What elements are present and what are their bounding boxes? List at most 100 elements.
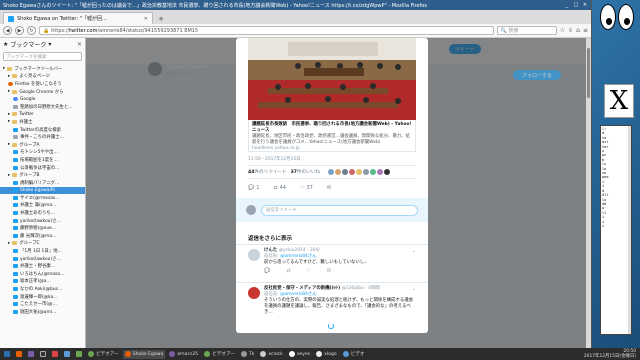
sidebar-item[interactable]: 藤 光輝次(@ma…: [0, 232, 85, 240]
taskbar-item[interactable]: ビデオアー: [86, 350, 121, 359]
chevron-right-icon[interactable]: ▸: [8, 142, 10, 147]
follow-button[interactable]: フォローする: [513, 70, 561, 80]
maximize-icon[interactable]: □: [573, 2, 579, 8]
xeyes-window[interactable]: [600, 4, 634, 30]
sidebar-item[interactable]: 藤野原徳(@oue…: [0, 224, 85, 232]
sidebar-item[interactable]: 技場範囲を1度を…: [0, 156, 85, 164]
reply-icon[interactable]: 💬: [264, 268, 270, 274]
taskbar-item[interactable]: xclock: [258, 350, 284, 359]
heart-icon[interactable]: ♡: [306, 268, 310, 274]
sidebar-item[interactable]: ▸ 弁護士: [0, 118, 85, 126]
bookmark-search-input[interactable]: ブックマークを検索: [3, 52, 82, 61]
sidebar-item[interactable]: こたえせ一市(@…: [0, 300, 85, 308]
reload-button[interactable]: ↻: [27, 26, 36, 35]
taskbar-item[interactable]: Tk: [239, 350, 256, 359]
search-input[interactable]: 🔍 検索: [496, 26, 557, 35]
sidebar-item[interactable]: 弁護士 兼(@ma…: [0, 202, 85, 210]
launcher-button[interactable]: [62, 350, 72, 359]
reply-to-handle[interactable]: @amneris84さん: [280, 254, 317, 259]
sidebar-item[interactable]: 坂本正孝(@a…: [0, 278, 85, 286]
chevron-right-icon[interactable]: ▸: [3, 66, 5, 71]
dm-button[interactable]: ✉: [327, 185, 331, 191]
sidebar-item[interactable]: 渡邊輝一郎(@ka…: [0, 293, 85, 301]
clock[interactable]: 20:50 2017年12月15日(金曜日): [584, 349, 638, 359]
sidebar-item[interactable]: ▸ グループA: [0, 141, 85, 149]
sidebar-item[interactable]: 聖路加の日野原大先生と…: [0, 103, 85, 111]
downloads-icon[interactable]: ⇩: [568, 27, 573, 34]
retweet-stat[interactable]: 44件のリツイート: [248, 169, 287, 175]
chevron-right-icon[interactable]: ▸: [8, 112, 10, 117]
new-tab-button[interactable]: +: [156, 14, 166, 24]
chevron-down-icon[interactable]: ⌄: [412, 286, 416, 292]
sidebar-item[interactable]: ▸ Google Chrome から: [0, 88, 85, 96]
sidebar-item[interactable]: 事件・こちの弁護士…: [0, 133, 85, 141]
back-button[interactable]: ◀: [3, 26, 12, 35]
forward-button[interactable]: ▶: [15, 26, 24, 35]
tweet-photo[interactable]: [248, 38, 416, 120]
reply-to-handle[interactable]: @amneris84さん: [280, 292, 317, 297]
sidebar-item[interactable]: 「1月 1日 1日」地…: [0, 247, 85, 255]
tweet-timestamp[interactable]: 11:59 - 2017年12月15日: [248, 156, 301, 162]
sidebar-item[interactable]: ▸ グループB: [0, 171, 85, 179]
sidebar-item[interactable]: サイエ(@rmesas…: [0, 194, 85, 202]
sidebar-item[interactable]: ▸ グループC: [0, 240, 85, 248]
sidebar-item[interactable]: 弁護士あのうち…: [0, 209, 85, 217]
sidebar-header[interactable]: ★ ブックマーク ▾ ✕: [0, 38, 85, 50]
launcher-button[interactable]: [26, 350, 36, 359]
url-bar[interactable]: 🔒 https:// twitter.com /amneris84/status…: [39, 26, 494, 35]
home-icon[interactable]: ⌂: [576, 27, 580, 34]
taskbar-item[interactable]: emacs25: [167, 350, 200, 359]
terminal-window[interactable]: l: d ta dir tar u pc b lc lo ve wee i i …: [600, 125, 632, 335]
xlogo-window[interactable]: X: [604, 84, 634, 118]
taskbar-item[interactable]: Shoko Egawa: [122, 349, 166, 359]
tab-active[interactable]: Shoko Egawa on Twitter: "「嘘が回… ✕: [3, 12, 153, 24]
chevron-right-icon[interactable]: ▸: [8, 119, 10, 124]
launcher-button[interactable]: [74, 350, 84, 359]
like-stat[interactable]: 37件のいいね: [291, 169, 320, 175]
sidebar-item[interactable]: ▸ よく見るページ: [0, 73, 85, 81]
start-menu-button[interactable]: [2, 350, 12, 359]
sidebar-item[interactable]: Shoko Egawa/Ri: [0, 186, 85, 195]
envelope-icon[interactable]: ✉: [327, 268, 331, 274]
chevron-right-icon[interactable]: ▸: [8, 241, 10, 246]
sidebar-item[interactable]: ▸ ブックマークツールバー: [0, 65, 85, 73]
reply-button[interactable]: 💬 1: [248, 185, 259, 191]
reply-tweet[interactable]: ⌄ けんた @yckiu2014 · 30分 返信先: @amneris84さん…: [236, 244, 428, 280]
sidebar-item[interactable]: Google: [0, 95, 85, 103]
close-icon[interactable]: ✕: [582, 2, 588, 8]
bookmark-star-icon[interactable]: ☆: [560, 27, 565, 34]
launcher-button[interactable]: [14, 350, 24, 359]
sidebar-item[interactable]: 公衆戦争は宇宙の…: [0, 164, 85, 172]
sidebar-item[interactable]: いろはちん(@masa…: [0, 270, 85, 278]
chevron-down-icon[interactable]: ⌄: [412, 248, 416, 254]
sidebar-close-icon[interactable]: ✕: [77, 41, 82, 48]
sidebar-item[interactable]: 弁護士・野谷康…: [0, 262, 85, 270]
menu-icon[interactable]: ≡: [583, 27, 588, 34]
sidebar-item[interactable]: 規制編パリアニグ…: [0, 179, 85, 187]
sidebar-item[interactable]: yoriko(lawkou)さ…: [0, 217, 85, 225]
reply-input[interactable]: 返信をツイート: [261, 204, 418, 216]
link-card[interactable]: 議題延長市長敗訴 市民選挙、踊り回される市長(地方議会新聞Web) - Yaho…: [248, 120, 416, 152]
scrollbar-thumb[interactable]: [587, 48, 590, 98]
tab-close-icon[interactable]: ✕: [144, 16, 148, 22]
sidebar-item[interactable]: なかの Aoki(@bus…: [0, 285, 85, 293]
taskbar-item[interactable]: xeyes: [287, 350, 312, 359]
minimize-icon[interactable]: _: [564, 2, 570, 8]
taskbar-item[interactable]: xlogo: [314, 350, 339, 359]
sidebar-item[interactable]: 堀田大祐(@umi…: [0, 308, 85, 316]
like-button[interactable]: ♡ 37: [300, 185, 313, 191]
launcher-button[interactable]: [38, 350, 48, 359]
taskbar-item[interactable]: ビデオアー: [202, 350, 237, 359]
retweet-button[interactable]: ⇄ 44: [273, 185, 286, 191]
retweet-icon[interactable]: ⇄: [286, 268, 290, 274]
sidebar-item[interactable]: モトシシ5やや出…: [0, 149, 85, 157]
liker-avatars[interactable]: [327, 169, 390, 175]
chevron-right-icon[interactable]: ▸: [8, 74, 10, 79]
taskbar-item[interactable]: ビデオ: [341, 350, 367, 359]
sidebar-item[interactable]: ▸ Twitter: [0, 111, 85, 119]
chevron-right-icon[interactable]: ▸: [8, 89, 10, 94]
sidebar-item[interactable]: Twitterの高度な検索: [0, 126, 85, 134]
launcher-button[interactable]: [50, 350, 60, 359]
page-scrollbar[interactable]: [586, 38, 591, 348]
sidebar-item[interactable]: yoriko(lawkou)さ…: [0, 255, 85, 263]
